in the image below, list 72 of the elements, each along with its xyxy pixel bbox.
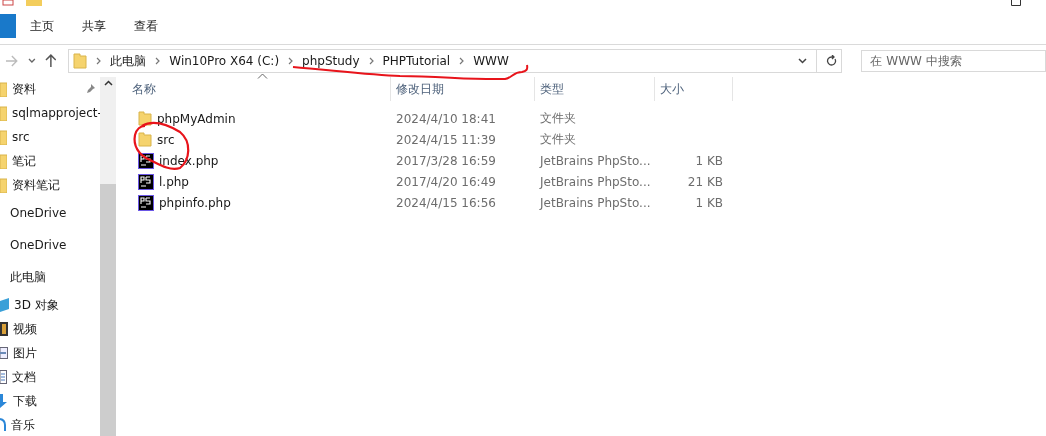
table-cell: JetBrains PhpSto... [540, 153, 651, 168]
folder-icon [0, 105, 7, 121]
table-cell: 文件夹 [540, 111, 576, 125]
ribbon-tab[interactable]: 查看 [120, 14, 172, 38]
ribbon-tab[interactable]: 主页 [16, 14, 68, 38]
chevron-icon [96, 57, 102, 65]
table-cell: 2017/3/28 16:59 [396, 153, 496, 168]
ribbon-tab[interactable]: 共享 [68, 14, 120, 38]
sort-caret-icon [257, 73, 268, 79]
sidebar-item[interactable]: OneDrive [0, 197, 100, 229]
file-name[interactable]: phpinfo.php [159, 195, 231, 210]
folder-icon [0, 129, 7, 145]
breadcrumb[interactable]: Win10Pro X64 (C:) [169, 54, 280, 68]
dropdown-icon[interactable] [798, 58, 808, 64]
folder-icon [26, 0, 42, 6]
up-arrow-icon[interactable] [44, 54, 57, 68]
column-header[interactable]: 名称 [116, 77, 391, 101]
file-name[interactable]: l.php [159, 174, 189, 189]
sidebar-item[interactable]: 资料笔记 [0, 173, 100, 197]
sidebar-item[interactable]: 此电脑 [0, 261, 100, 293]
chevron-icon [288, 57, 294, 65]
table-cell: 2024/4/15 16:56 [396, 195, 496, 210]
picture-icon [0, 347, 8, 359]
sidebar-item[interactable]: 音乐 [0, 413, 100, 436]
breadcrumb[interactable]: phpStudy [302, 54, 360, 68]
refresh-icon[interactable] [826, 55, 838, 67]
table-cell: 21 KB [687, 174, 723, 189]
folder-icon [138, 132, 152, 147]
sidebar-item[interactable]: 下载 [0, 389, 100, 413]
sidebar-item[interactable]: 图片 [0, 341, 100, 365]
folder-icon [0, 153, 7, 169]
breadcrumb[interactable]: PHPTutorial [382, 54, 451, 68]
file-name[interactable]: phpMyAdmin [157, 111, 236, 126]
sidebar-item[interactable]: 3D 对象 [0, 293, 100, 317]
table-cell: 2017/4/20 16:49 [396, 174, 496, 189]
film-icon [0, 322, 8, 336]
maximize-icon[interactable] [1011, 0, 1021, 6]
table-cell: 2024/4/10 18:41 [396, 111, 496, 126]
cube-icon [0, 298, 9, 312]
column-header[interactable]: 修改日期 [391, 77, 535, 101]
file-name[interactable]: src [157, 132, 175, 147]
table-cell: JetBrains PhpSto... [540, 174, 651, 189]
sidebar-item[interactable]: src [0, 125, 100, 149]
chevron-icon [155, 57, 161, 65]
download-icon [0, 394, 8, 408]
sidebar-item[interactable]: OneDrive [0, 229, 100, 261]
sidebar-item[interactable]: 视频 [0, 317, 100, 341]
php-file-icon [138, 194, 154, 211]
search-field[interactable]: 在 WWW 中搜索 [861, 50, 1046, 72]
table-cell: JetBrains PhpSto... [540, 195, 651, 210]
address-bar[interactable]: 此电脑 Win10Pro X64 (C:) phpStudy PHPTutorial WWW [68, 49, 843, 73]
music-icon [0, 418, 6, 432]
folder-icon [0, 81, 7, 97]
sidebar-item[interactable]: 笔记 [0, 149, 100, 173]
table-cell: 1 KB [695, 153, 723, 168]
dropdown-icon[interactable] [27, 58, 36, 64]
scroll-up-icon[interactable] [103, 80, 113, 86]
breadcrumb[interactable]: WWW [473, 54, 509, 68]
chevron-icon [368, 57, 374, 65]
table-cell: 1 KB [695, 195, 723, 210]
chevron-icon [459, 57, 465, 65]
column-header[interactable]: 类型 [535, 77, 655, 101]
table-cell: 2024/4/15 11:39 [396, 132, 496, 147]
folder-icon [0, 177, 7, 193]
sidebar-item[interactable]: 文档 [0, 365, 100, 389]
column-header[interactable]: 大小 [655, 77, 733, 101]
sidebar-item[interactable]: 资料 [0, 77, 100, 101]
php-file-icon [138, 173, 154, 190]
breadcrumb[interactable]: 此电脑 [110, 52, 147, 70]
table-cell: 文件夹 [540, 132, 576, 146]
scrollbar-thumb[interactable] [100, 184, 116, 436]
folder-icon [73, 53, 88, 69]
